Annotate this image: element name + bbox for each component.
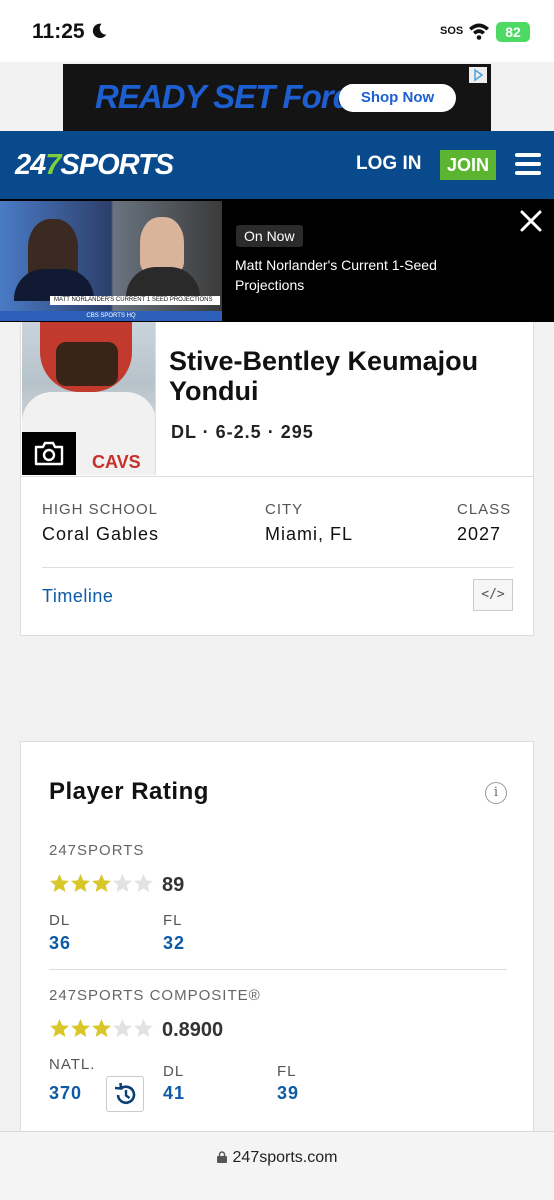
sos-indicator: SOS bbox=[440, 25, 464, 37]
divider bbox=[42, 567, 513, 568]
battery-indicator: 82 bbox=[496, 22, 530, 42]
logo-suffix: SPORTS bbox=[60, 149, 174, 181]
star-empty-icon bbox=[113, 874, 132, 892]
ad-headline: READY SET Ford bbox=[95, 78, 353, 115]
url-display[interactable]: 247sports.com bbox=[0, 1149, 554, 1167]
player-meta: DL · 6-2.5 · 295 bbox=[171, 422, 314, 442]
lock-icon bbox=[216, 1151, 227, 1163]
class-label: CLASS bbox=[457, 501, 512, 518]
site-header: 247SPORTS LOG IN JOIN bbox=[0, 131, 554, 199]
login-link[interactable]: LOG IN bbox=[356, 153, 421, 175]
wifi-icon bbox=[469, 23, 489, 40]
guest-figure bbox=[140, 217, 184, 273]
status-bar: 11:25 SOS 82 bbox=[0, 0, 554, 62]
video-thumbnail[interactable]: MATT NORLANDER'S CURRENT 1 SEED PROJECTI… bbox=[0, 201, 222, 321]
sports247-star-rating bbox=[49, 873, 154, 895]
star-empty-icon bbox=[113, 1019, 132, 1037]
star-filled-icon bbox=[50, 874, 69, 892]
star-filled-icon bbox=[71, 874, 90, 892]
sports247-position-label: DL bbox=[49, 912, 71, 929]
composite-national-label: NATL. bbox=[49, 1056, 96, 1073]
sports247-state-rank[interactable]: 32 bbox=[163, 933, 185, 954]
composite-rating-label: 247SPORTS COMPOSITE® bbox=[49, 987, 261, 1004]
video-player-bar[interactable]: MATT NORLANDER'S CURRENT 1 SEED PROJECTI… bbox=[0, 199, 554, 322]
photo-gallery-button[interactable] bbox=[22, 432, 76, 475]
moon-icon bbox=[92, 23, 107, 39]
sports247-rating-label: 247SPORTS bbox=[49, 842, 145, 859]
composite-state-rank[interactable]: 39 bbox=[277, 1083, 299, 1104]
composite-position-label: DL bbox=[163, 1063, 185, 1080]
info-icon[interactable]: i bbox=[485, 782, 507, 804]
player-name: Stive-Bentley Keumajou Yondui bbox=[169, 346, 479, 406]
composite-national-rank[interactable]: 370 bbox=[49, 1083, 82, 1104]
high-school-label: HIGH SCHOOL bbox=[42, 501, 159, 518]
class-value: 2027 bbox=[457, 524, 502, 544]
city-label: CITY bbox=[265, 501, 304, 518]
composite-score: 0.8900 bbox=[162, 1019, 224, 1041]
status-time: 11:25 bbox=[32, 20, 85, 43]
on-now-badge: On Now bbox=[236, 225, 303, 247]
history-icon bbox=[114, 1082, 136, 1104]
composite-position-rank[interactable]: 41 bbox=[163, 1083, 185, 1104]
ad-banner[interactable]: READY SET Ford Shop Now bbox=[63, 64, 491, 131]
close-icon[interactable] bbox=[518, 208, 544, 234]
timeline-link[interactable]: Timeline bbox=[42, 586, 113, 607]
ad-shop-now-button[interactable]: Shop Now bbox=[339, 84, 456, 112]
video-title[interactable]: Matt Norlander's Current 1-Seed Projecti… bbox=[235, 255, 505, 295]
star-filled-icon bbox=[92, 874, 111, 892]
video-thumb-footer: CBS SPORTS HQ bbox=[0, 311, 222, 321]
face-shape bbox=[56, 342, 118, 386]
star-filled-icon bbox=[92, 1019, 111, 1037]
player-profile-card: CAVS Stive-Bentley Keumajou Yondui DL · … bbox=[20, 322, 534, 636]
join-button[interactable]: JOIN bbox=[440, 150, 496, 180]
camera-icon bbox=[34, 441, 64, 466]
high-school-value: Coral Gables bbox=[42, 524, 160, 544]
url-text: 247sports.com bbox=[232, 1149, 338, 1166]
ad-choices-icon[interactable] bbox=[469, 67, 487, 83]
logo-seven: 7 bbox=[45, 149, 61, 181]
embed-code-button[interactable]: </> bbox=[473, 579, 513, 611]
video-thumb-caption: MATT NORLANDER'S CURRENT 1 SEED PROJECTI… bbox=[50, 296, 220, 305]
browser-url-bar[interactable]: 247sports.com bbox=[0, 1131, 554, 1200]
rank-history-button[interactable] bbox=[106, 1076, 144, 1112]
city-value: Miami, FL bbox=[265, 524, 354, 544]
star-empty-icon bbox=[134, 874, 153, 892]
jersey-text: CAVS bbox=[92, 452, 141, 472]
star-empty-icon bbox=[134, 1019, 153, 1037]
composite-state-label: FL bbox=[277, 1063, 297, 1080]
composite-star-rating bbox=[49, 1018, 154, 1040]
divider bbox=[21, 476, 534, 477]
player-rating-title: Player Rating bbox=[49, 778, 209, 805]
star-filled-icon bbox=[50, 1019, 69, 1037]
star-filled-icon bbox=[71, 1019, 90, 1037]
player-rating-card: Player Rating i 247SPORTS 89 DL 36 FL 32… bbox=[20, 741, 534, 1141]
hamburger-menu-icon[interactable] bbox=[515, 153, 541, 175]
site-logo[interactable]: 247SPORTS bbox=[15, 149, 174, 182]
logo-prefix: 24 bbox=[15, 149, 46, 181]
sports247-score: 89 bbox=[162, 874, 185, 896]
divider bbox=[49, 969, 507, 970]
sports247-state-label: FL bbox=[163, 912, 183, 929]
sports247-position-rank[interactable]: 36 bbox=[49, 933, 71, 954]
